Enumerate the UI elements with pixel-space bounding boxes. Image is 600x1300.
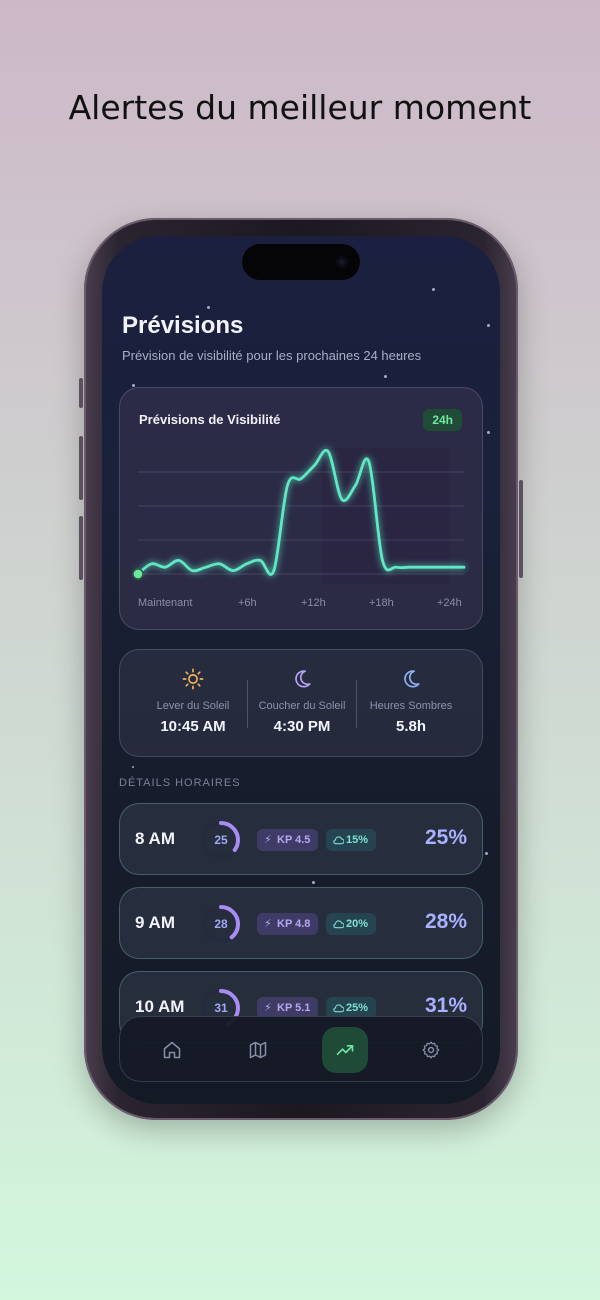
home-icon (163, 1041, 181, 1059)
lightning-icon: ⚡ (264, 918, 272, 930)
kp-badge: ⚡ KP 4.5 (257, 829, 319, 851)
x-tick-label: +6h (238, 597, 257, 609)
nav-map[interactable] (235, 1027, 281, 1073)
cloud-badge: 15% (326, 829, 377, 851)
x-tick-label: +12h (301, 597, 326, 609)
page-title: Prévisions (122, 312, 244, 339)
cloud-badge: 20% (326, 913, 377, 935)
section-label: DÉTAILS HORAIRES (119, 777, 241, 789)
dynamic-island (242, 244, 360, 280)
sunset-block: Coucher du Soleil 4:30 PM (247, 650, 357, 758)
x-tick-label: Maintenant (138, 597, 193, 609)
dark-hours-label: Heures Sombres (369, 700, 453, 712)
sunrise-label: Lever du Soleil (156, 700, 230, 712)
dark-hours-block: Heures Sombres 5.8h (356, 650, 466, 758)
current-point (132, 568, 144, 580)
page-subtitle: Prévision de visibilité pour les prochai… (122, 348, 422, 363)
visibility-chart-card: Prévisions de Visibilité 24h Maintenant … (119, 387, 483, 630)
hour-percent: 31% (424, 994, 467, 1017)
score-value: 25 (214, 833, 228, 847)
dark-hours-value: 5.8h (395, 718, 426, 735)
x-tick-label: +24h (437, 597, 462, 609)
kp-badge: ⚡ KP 4.8 (257, 913, 319, 935)
sunset-label: Coucher du Soleil (258, 700, 346, 712)
gear-icon (422, 1041, 440, 1059)
nav-forecast[interactable] (322, 1027, 368, 1073)
hour-percent: 28% (424, 910, 467, 933)
app-screen: Prévisions Prévision de visibilité pour … (102, 236, 500, 1104)
nav-settings[interactable] (408, 1027, 454, 1073)
moon-icon (295, 670, 311, 688)
headline: Alertes du meilleur moment (68, 88, 532, 127)
hour-percent: 25% (424, 826, 467, 849)
cloud-icon (333, 920, 344, 929)
peak-highlight (322, 448, 450, 584)
hour-time: 8 AM (135, 829, 175, 848)
nav-home[interactable] (149, 1027, 195, 1073)
sunrise-value: 10:45 AM (160, 718, 226, 735)
score-ring: 28 (200, 903, 242, 945)
cloud-icon (333, 836, 344, 845)
sun-icon (182, 668, 204, 690)
sunrise-block: Lever du Soleil 10:45 AM (138, 650, 248, 758)
hour-row[interactable]: 8 AM 25 ⚡ KP 4.5 15% 25% (119, 803, 483, 875)
map-icon (249, 1041, 267, 1059)
hour-time: 9 AM (135, 913, 175, 932)
sun-times-card: Lever du Soleil 10:45 AM Coucher du Sole… (119, 649, 483, 757)
lightning-icon: ⚡ (264, 834, 272, 846)
hour-row[interactable]: 9 AM 28 ⚡ KP 4.8 20% 28% (119, 887, 483, 959)
chart-icon (336, 1045, 354, 1055)
visibility-chart (132, 448, 466, 584)
sunset-value: 4:30 PM (273, 718, 331, 735)
bottom-nav (119, 1016, 483, 1082)
score-value: 28 (214, 917, 228, 931)
hour-time: 10 AM (135, 997, 185, 1016)
x-tick-label: +18h (369, 597, 394, 609)
score-ring: 25 (200, 819, 242, 861)
moon-icon (404, 670, 420, 688)
